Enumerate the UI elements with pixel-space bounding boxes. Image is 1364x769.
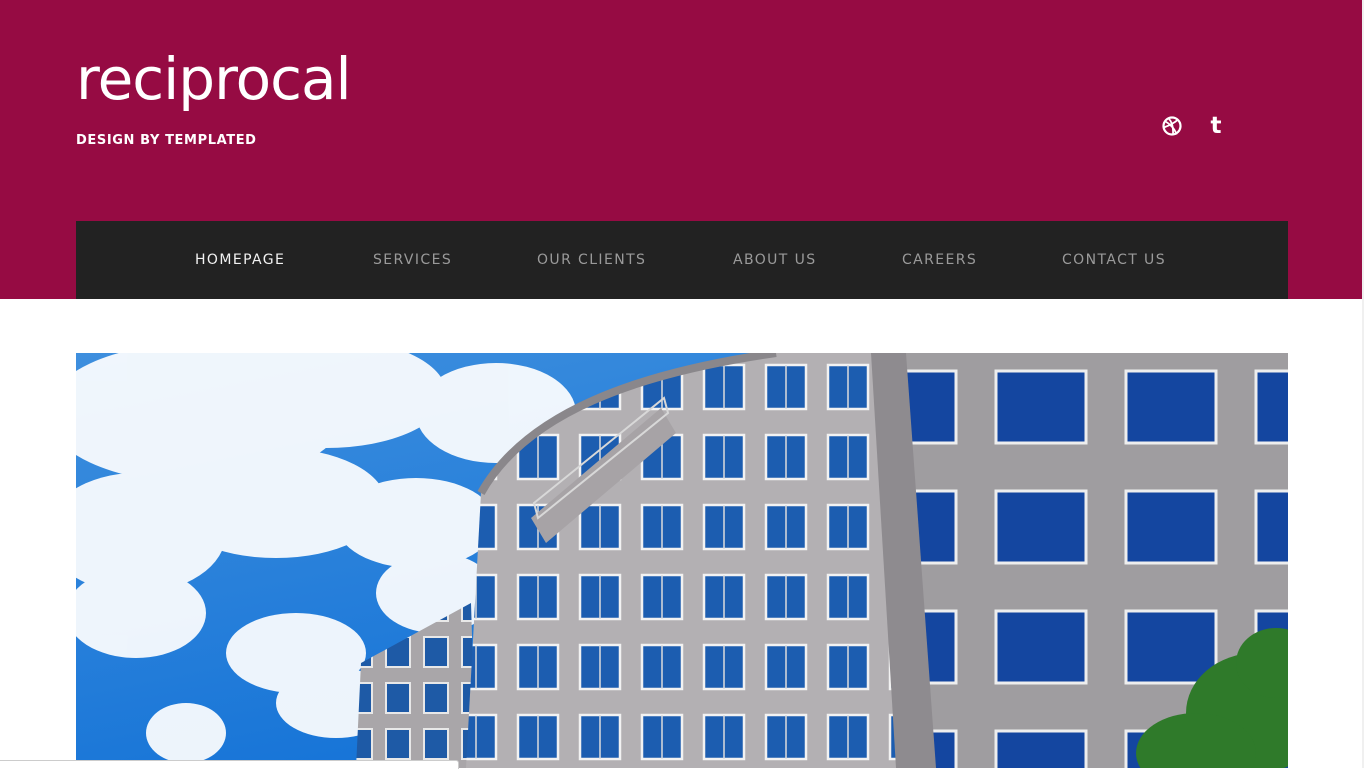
nav-item-about-us[interactable]: ABOUT US xyxy=(733,221,817,299)
nav-item-services[interactable]: SERVICES xyxy=(373,221,452,299)
site-tagline: DESIGN BY TEMPLATED xyxy=(76,133,257,148)
site-logo[interactable]: reciprocal xyxy=(76,50,352,108)
site-header: reciprocal DESIGN BY TEMPLATED t HOMEPAG… xyxy=(0,0,1364,299)
main-nav: HOMEPAGE SERVICES OUR CLIENTS ABOUT US C… xyxy=(76,221,1288,299)
dribbble-icon[interactable] xyxy=(1160,114,1184,138)
nav-item-careers[interactable]: CAREERS xyxy=(902,221,977,299)
nav-item-homepage[interactable]: HOMEPAGE xyxy=(195,221,285,299)
nav-item-our-clients[interactable]: OUR CLIENTS xyxy=(537,221,646,299)
nav-item-contact-us[interactable]: CONTACT US xyxy=(1062,221,1166,299)
tumblr-icon[interactable]: t xyxy=(1204,114,1228,138)
social-links: t xyxy=(1160,114,1228,138)
hero-image xyxy=(76,353,1288,768)
office-building-photo xyxy=(76,353,1288,768)
